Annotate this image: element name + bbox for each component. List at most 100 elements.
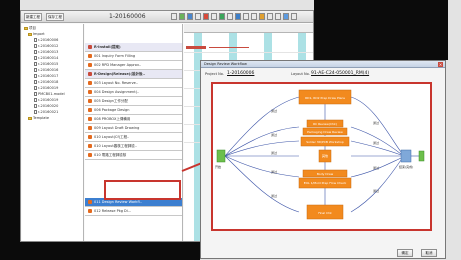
task-row[interactable]: 009 Layout Draft Drawing: [85, 124, 182, 133]
task-row[interactable]: 003 Layout No. Reserve..: [85, 79, 182, 88]
tool-icon-9[interactable]: [235, 13, 241, 20]
close-icon[interactable]: ×: [438, 62, 443, 67]
gantt-bar[interactable]: [186, 46, 206, 49]
workflow-graph: 通过 通过 通过 通过 通过 通过 通过 通过 通过 开始 RD1, RD2 P…: [215, 89, 425, 220]
task-row[interactable]: 010 電路工程師檢核: [85, 151, 182, 160]
black-band-right: [314, 0, 448, 60]
document-icon: [34, 104, 37, 108]
task-row[interactable]: 002 RPD Manager Approv..: [85, 61, 182, 70]
task-row[interactable]: 012 Release Pkg Di...: [85, 207, 182, 216]
black-band-bottom: [0, 242, 200, 260]
tool-icon-8[interactable]: [227, 13, 233, 20]
tool-icon-7[interactable]: [219, 13, 225, 20]
tool-icon-10[interactable]: [243, 13, 249, 20]
cancel-button[interactable]: 取消: [421, 249, 437, 257]
task-icon: [88, 81, 92, 85]
workflow-dialog: Design Review Workflow × Project No. 1-2…: [200, 60, 446, 259]
task-row[interactable]: 005 Design工作分配: [85, 97, 182, 106]
workflow-diagram: 通过 通过 通过 通过 通过 通过 通过 通过 通过 开始 RD1, RD2 P…: [211, 82, 432, 231]
document-icon: [34, 62, 37, 66]
node-label: Body Draw: [317, 172, 334, 176]
edge-label: 通过: [373, 120, 379, 125]
tree-item[interactable]: r-20160016: [34, 68, 58, 73]
task-row[interactable]: R-Design(Release)(設計後..: [85, 70, 182, 79]
tree-item[interactable]: r-20160014: [34, 56, 58, 61]
tool-icon-3[interactable]: [187, 13, 193, 20]
edge-label: 通过: [271, 193, 277, 198]
toolbar: 新建工程 保存工程 1-20160006: [21, 11, 313, 23]
task-icon: [88, 45, 92, 49]
tree-item[interactable]: r-20160018: [34, 80, 58, 85]
node-label: Packaging Draw Review: [307, 130, 343, 134]
tool-icon-1[interactable]: [171, 13, 177, 20]
task-row[interactable]: R-Install(提案): [85, 43, 182, 52]
tool-icon-2[interactable]: [179, 13, 185, 20]
edge-label: 通过: [271, 150, 277, 155]
document-icon: [34, 86, 37, 90]
document-icon: [34, 38, 37, 42]
tool-icon-16[interactable]: [291, 13, 297, 20]
tree-item[interactable]: r-20160017: [34, 74, 58, 79]
tool-icon-15[interactable]: [283, 13, 289, 20]
tool-icon-4[interactable]: [195, 13, 201, 20]
task-row[interactable]: 006 Package Design: [85, 106, 182, 115]
edge-label: 通过: [271, 169, 277, 174]
task-icon: [88, 144, 92, 148]
tool-icon-6[interactable]: [211, 13, 217, 20]
task-icon: [88, 108, 92, 112]
end-label: 结束(完成): [399, 164, 413, 169]
gantt-header: [184, 24, 313, 33]
save-project-button[interactable]: 保存工程: [46, 13, 64, 21]
tree-item[interactable]: r-20160013: [34, 50, 58, 55]
edge-label: 通过: [373, 188, 379, 193]
project-value: 1-20160006: [227, 71, 255, 76]
node-label: RC Review(Chk): [313, 122, 337, 126]
tree-item[interactable]: r-20160019: [34, 86, 58, 91]
document-icon: [34, 44, 37, 48]
tool-icon-5[interactable]: [203, 13, 209, 20]
tree-group-template[interactable]: Template: [28, 116, 49, 121]
layout-label: Layout No.: [291, 72, 310, 76]
tree-item[interactable]: r-20160019: [34, 98, 58, 103]
ok-button[interactable]: 确定: [397, 249, 413, 257]
gantt-gridline: [184, 52, 313, 53]
task-icon: [88, 54, 92, 58]
project-title: 1-20160006: [109, 13, 146, 20]
edge-label: 通过: [373, 140, 379, 145]
end-node[interactable]: [400, 149, 412, 163]
tree-item[interactable]: r-20160015: [34, 62, 58, 67]
tool-icon-14[interactable]: [275, 13, 281, 20]
task-row[interactable]: 004 Design Assignment(..: [85, 88, 182, 97]
tree-group-import[interactable]: Import: [28, 32, 45, 37]
document-icon: [34, 80, 37, 84]
dialog-title-bar: Design Review Workflow ×: [201, 61, 445, 68]
node-label: 其他: [322, 153, 328, 158]
dialog-title: Design Review Workflow: [204, 62, 247, 66]
tree-item[interactable]: r-20160021: [34, 110, 58, 115]
tree-item[interactable]: r-20160006: [34, 38, 58, 43]
task-row[interactable]: 001 Inquiry Form Filling: [85, 52, 182, 61]
task-icon: [88, 135, 92, 139]
tree-root[interactable]: 项目: [24, 26, 36, 31]
tree-item[interactable]: PMCB01-model: [34, 92, 65, 97]
layout-value: 91-AE-C24-050001_RM(4): [311, 71, 370, 76]
task-row[interactable]: 010 Layout(Cf)工程..: [85, 133, 182, 142]
new-project-button[interactable]: 新建工程: [24, 13, 42, 21]
tree-item[interactable]: r-20160020: [34, 104, 58, 109]
tree-item[interactable]: r-20160012: [34, 44, 58, 49]
node-label: RD1, RD2 Prep Draw Plans: [305, 96, 345, 100]
tool-icon-11[interactable]: [251, 13, 257, 20]
task-icon: [88, 153, 92, 157]
task-row[interactable]: 008 PROBOX上傳備用: [85, 115, 182, 124]
document-icon: [34, 68, 37, 72]
task-row[interactable]: 010 Layout審核工程師檢..: [85, 142, 182, 151]
document-icon: [34, 92, 37, 96]
start-node[interactable]: [216, 149, 226, 163]
final-node[interactable]: [418, 150, 425, 162]
tool-icon-13[interactable]: [267, 13, 273, 20]
tool-icon-12[interactable]: [259, 13, 265, 20]
document-icon: [34, 74, 37, 78]
folder-icon: [28, 32, 32, 36]
document-icon: [34, 110, 37, 114]
black-band-left: [0, 0, 20, 242]
